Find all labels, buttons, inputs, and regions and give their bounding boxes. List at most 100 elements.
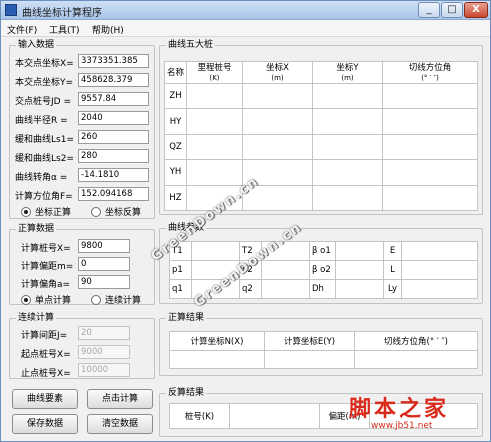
- row-label: ZH: [164, 82, 187, 110]
- param-label: Dh: [309, 279, 336, 299]
- header-name: 名称: [164, 61, 187, 84]
- forward-result-table: 计算坐标N(X) 计算坐标E(Y) 切线方位角(° ′ ″): [169, 331, 478, 369]
- header-x: 坐标X (m): [242, 61, 313, 84]
- menu-help[interactable]: 帮助(H): [92, 23, 124, 36]
- minimize-button[interactable]: _: [418, 2, 440, 18]
- input-data-title: 输入数据: [16, 40, 57, 51]
- table-cell: [312, 133, 383, 161]
- param-value: [335, 241, 384, 261]
- intersection-x-input[interactable]: 3373351.385: [78, 54, 149, 68]
- field-label: 曲线转角α =: [15, 173, 68, 183]
- row-label: YH: [164, 159, 187, 186]
- clear-data-button[interactable]: 清空数据: [87, 414, 153, 434]
- jd-station-input[interactable]: 9557.84: [78, 92, 149, 106]
- calculate-button[interactable]: 点击计算: [87, 389, 153, 409]
- brand-url: www.jb51.net: [371, 421, 433, 431]
- table-header-row: 名称 里程桩号 (K) 坐标X (m) 坐标Y (m) 切线方位角 (° ′ ″): [164, 61, 478, 84]
- radio-label: 坐标反算: [105, 208, 142, 218]
- ls1-input[interactable]: 260: [78, 130, 149, 144]
- calc-offset-input[interactable]: 0: [78, 257, 130, 271]
- table-cell: [312, 159, 383, 186]
- end-station-input[interactable]: 10000: [78, 363, 130, 377]
- table-cell: [186, 159, 243, 186]
- table-row: ZH: [164, 82, 478, 110]
- row-label: HZ: [164, 184, 187, 212]
- table-cell: [186, 108, 243, 135]
- menu-bar: 文件(F) 工具(T) 帮助(H): [1, 20, 490, 37]
- header-azimuth: 切线方位角 (° ′ ″): [382, 61, 478, 84]
- table-cell: [382, 133, 478, 161]
- param-label: L: [383, 260, 402, 280]
- calc-angle-input[interactable]: 90: [78, 275, 130, 289]
- start-station-input[interactable]: 9000: [78, 345, 130, 359]
- field-label: 曲线半径R =: [15, 116, 68, 126]
- param-value: [401, 241, 478, 261]
- radio-label: 单点计算: [35, 296, 72, 306]
- field-label: 起点桩号X=: [21, 350, 71, 360]
- table-cell: [242, 108, 313, 135]
- field-label: 计算偏距m=: [21, 262, 74, 272]
- window-title: 曲线坐标计算程序: [22, 8, 102, 19]
- save-data-button[interactable]: 保存数据: [12, 414, 78, 434]
- radio-selected-icon: [21, 206, 31, 217]
- single-calc-radio[interactable]: 单点计算: [21, 293, 71, 306]
- radio-label: 坐标正算: [35, 208, 72, 218]
- deflection-angle-input[interactable]: -14.1810: [78, 168, 149, 182]
- table-cell: [382, 159, 478, 186]
- field-label: 计算间距J=: [21, 331, 68, 341]
- params-row: T1 T2 β o1 E: [169, 241, 478, 261]
- param-value: [261, 260, 310, 280]
- field-label: 计算方位角F=: [15, 192, 73, 202]
- table-cell: [312, 184, 383, 212]
- table-row: YH: [164, 159, 478, 186]
- forward-calc-radio[interactable]: 坐标正算: [21, 205, 71, 218]
- forward-data-title: 正算数据: [16, 224, 57, 235]
- radio-icon: [91, 206, 101, 217]
- app-window: 曲线坐标计算程序 _ □ X 文件(F) 工具(T) 帮助(H) 输入数据 本交…: [0, 0, 491, 442]
- header-y: 坐标Y (m): [312, 61, 383, 84]
- field-label: 缓和曲线Ls1=: [15, 135, 74, 145]
- param-label: q2: [239, 279, 262, 299]
- radius-input[interactable]: 2040: [78, 111, 149, 125]
- radio-label: 连续计算: [105, 296, 142, 306]
- table-cell: [242, 82, 313, 110]
- param-value: [191, 241, 240, 261]
- table-header-row: 计算坐标N(X) 计算坐标E(Y) 切线方位角(° ′ ″): [169, 331, 478, 351]
- param-value: [335, 279, 384, 299]
- maximize-button[interactable]: □: [441, 2, 463, 18]
- row-label: HY: [164, 108, 187, 135]
- header-tangent: 切线方位角(° ′ ″): [354, 331, 478, 351]
- intersection-y-input[interactable]: 458628.379: [78, 73, 149, 87]
- brand-logo: 脚本之家: [349, 396, 450, 422]
- title-bar[interactable]: 曲线坐标计算程序 _ □ X: [1, 1, 490, 20]
- table-row: QZ: [164, 133, 478, 161]
- close-button[interactable]: X: [464, 2, 488, 18]
- header-station: 里程桩号 (K): [186, 61, 243, 84]
- table-row: HY: [164, 108, 478, 135]
- azimuth-input[interactable]: 152.094168: [78, 187, 149, 201]
- param-value: [401, 260, 478, 280]
- radio-selected-icon: [21, 294, 31, 305]
- radio-icon: [91, 294, 101, 305]
- menu-tools[interactable]: 工具(T): [49, 23, 80, 36]
- calc-station-input[interactable]: 9800: [78, 239, 130, 253]
- table-cell: [186, 133, 243, 161]
- menu-file[interactable]: 文件(F): [7, 23, 37, 36]
- curve-elements-button[interactable]: 曲线要素: [12, 389, 78, 409]
- param-label: Ly: [383, 279, 402, 299]
- result-cell: [354, 350, 478, 369]
- header-north: 计算坐标N(X): [169, 331, 265, 351]
- field-label: 止点桩号X=: [21, 369, 71, 379]
- table-cell: [382, 82, 478, 110]
- result-cell: [169, 350, 265, 369]
- reverse-calc-radio[interactable]: 坐标反算: [91, 205, 141, 218]
- params-row: p1 p2 β o2 L: [169, 260, 478, 280]
- continuous-calc-radio[interactable]: 连续计算: [91, 293, 141, 306]
- interval-input[interactable]: 20: [78, 326, 130, 340]
- ls2-input[interactable]: 280: [78, 149, 149, 163]
- field-label: 计算桩号X=: [21, 244, 71, 254]
- field-label: 本交点坐标Y=: [15, 78, 74, 88]
- param-label: β o2: [309, 260, 336, 280]
- five-points-table: 名称 里程桩号 (K) 坐标X (m) 坐标Y (m) 切线方位角 (° ′ ″) ZH…: [164, 61, 478, 212]
- param-label: p1: [169, 260, 192, 280]
